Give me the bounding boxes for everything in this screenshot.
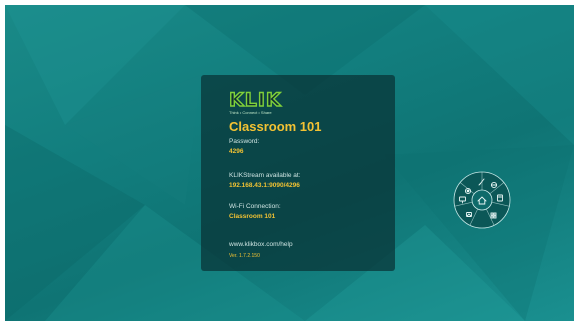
stream-label: KLIKStream available at:	[229, 172, 301, 179]
home-icon[interactable]	[472, 190, 492, 210]
desktop-background: KLIK Think • Connect • Share Classroom 1…	[5, 5, 574, 321]
password-value: 4296	[229, 148, 244, 155]
apps-icon[interactable]	[487, 209, 499, 221]
whiteboard-icon[interactable]	[476, 175, 488, 187]
wifi-value: Classroom 101	[229, 213, 276, 220]
browser-icon[interactable]	[488, 179, 500, 191]
version-text: Ver. 1.7.2.150	[229, 253, 260, 259]
logo-tagline: Think • Connect • Share	[229, 110, 272, 115]
screenshare-icon[interactable]	[456, 193, 468, 205]
klik-logo: KLIK	[228, 88, 282, 111]
media-icon[interactable]	[463, 208, 475, 220]
wifi-label: Wi-Fi Connection:	[229, 203, 281, 210]
stream-address: 192.168.43.1:9090/4296	[229, 182, 300, 189]
connection-info-card: KLIK Think • Connect • Share Classroom 1…	[201, 75, 395, 271]
help-url[interactable]: www.klikbox.com/help	[229, 241, 293, 248]
room-title: Classroom 101	[229, 119, 322, 134]
launcher-wheel	[453, 171, 511, 229]
files-icon[interactable]	[494, 192, 506, 204]
password-label: Password:	[229, 138, 260, 145]
